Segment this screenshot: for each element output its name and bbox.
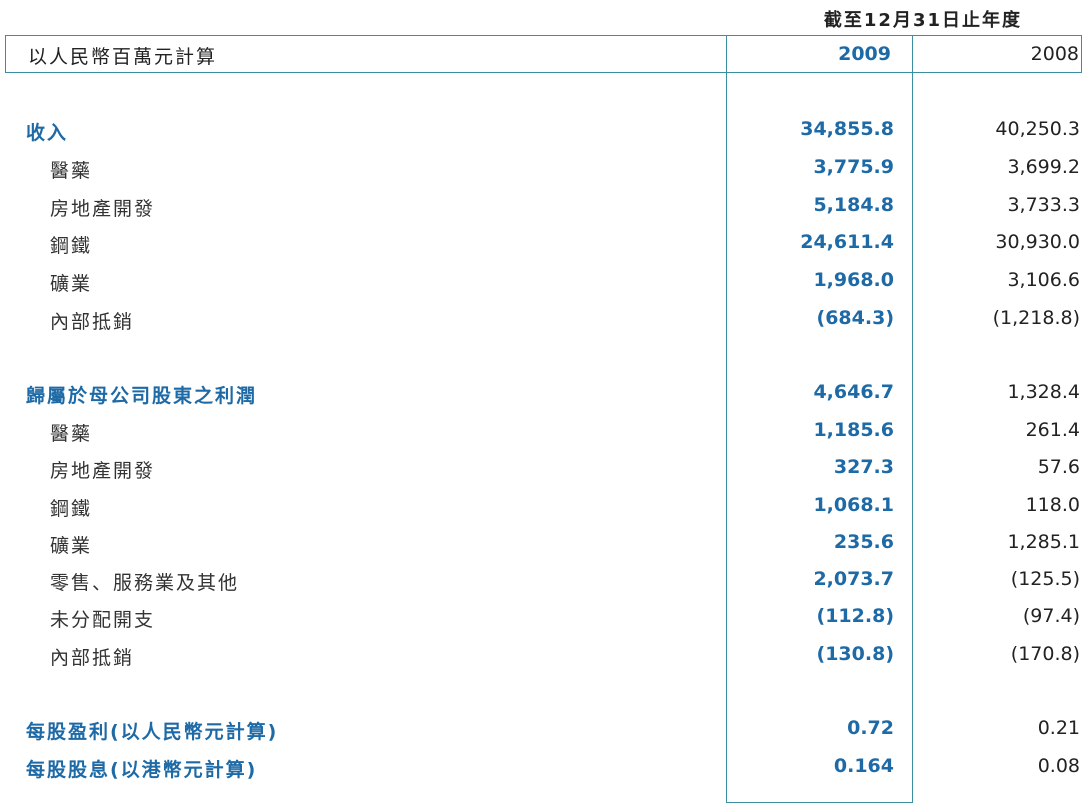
row-value-2009: (112.8) bbox=[816, 605, 894, 627]
period-heading: 截至12月31日止年度 bbox=[823, 10, 1022, 31]
row-value-2008: 57.6 bbox=[1037, 456, 1080, 478]
table-row: 收入 34,855.8 40,250.3 bbox=[0, 116, 1084, 146]
row-label: 房地產開發 bbox=[50, 460, 156, 482]
table-row: 未分配開支 (112.8) (97.4) bbox=[0, 603, 1084, 633]
row-label: 每股股息(以港幣元計算) bbox=[26, 759, 258, 781]
row-label: 房地產開發 bbox=[50, 198, 156, 220]
table-row: 內部抵銷 (130.8) (170.8) bbox=[0, 641, 1084, 671]
table-row: 內部抵銷 (684.3) (1,218.8) bbox=[0, 305, 1084, 335]
row-label: 內部抵銷 bbox=[50, 647, 135, 669]
row-value-2009: 2,073.7 bbox=[813, 568, 894, 590]
table-row: 歸屬於母公司股東之利潤 4,646.7 1,328.4 bbox=[0, 379, 1084, 409]
row-value-2008: (97.4) bbox=[1022, 605, 1080, 627]
table-row: 每股股息(以港幣元計算) 0.164 0.08 bbox=[0, 753, 1084, 783]
table-header: 以人民幣百萬元計算 2009 2008 bbox=[5, 35, 1082, 73]
row-value-2008: 3,699.2 bbox=[1007, 156, 1080, 178]
row-value-2008: 3,106.6 bbox=[1007, 269, 1080, 291]
year-prior-header: 2008 bbox=[1030, 43, 1079, 65]
row-value-2008: 1,285.1 bbox=[1007, 531, 1080, 553]
year-current-header: 2009 bbox=[838, 43, 891, 65]
row-value-2009: (684.3) bbox=[816, 307, 894, 329]
row-label: 礦業 bbox=[50, 273, 93, 295]
row-value-2008: (1,218.8) bbox=[992, 307, 1080, 329]
table-row: 每股盈利(以人民幣元計算) 0.72 0.21 bbox=[0, 715, 1084, 745]
row-value-2008: 0.08 bbox=[1037, 755, 1080, 777]
table-row: 醫藥 1,185.6 261.4 bbox=[0, 417, 1084, 447]
table-row: 零售、服務業及其他 2,073.7 (125.5) bbox=[0, 566, 1084, 596]
row-label: 醫藥 bbox=[50, 423, 93, 445]
row-label: 內部抵銷 bbox=[50, 311, 135, 333]
table-row: 房地產開發 5,184.8 3,733.3 bbox=[0, 192, 1084, 222]
row-value-2009: 5,184.8 bbox=[813, 194, 894, 216]
table-row: 房地產開發 327.3 57.6 bbox=[0, 454, 1084, 484]
row-value-2009: 1,968.0 bbox=[813, 269, 894, 291]
table-row: 鋼鐵 1,068.1 118.0 bbox=[0, 492, 1084, 522]
row-value-2008: (125.5) bbox=[1010, 568, 1080, 590]
row-value-2009: 34,855.8 bbox=[800, 118, 894, 140]
table-row: 礦業 1,968.0 3,106.6 bbox=[0, 267, 1084, 297]
row-value-2009: 3,775.9 bbox=[813, 156, 894, 178]
row-value-2008: 1,328.4 bbox=[1007, 381, 1080, 403]
row-value-2009: 327.3 bbox=[833, 456, 894, 478]
table-row: 醫藥 3,775.9 3,699.2 bbox=[0, 154, 1084, 184]
row-value-2008: 0.21 bbox=[1037, 717, 1080, 739]
table-row: 礦業 235.6 1,285.1 bbox=[0, 529, 1084, 559]
row-value-2008: 261.4 bbox=[1025, 419, 1080, 441]
row-label: 鋼鐵 bbox=[50, 235, 93, 257]
row-label: 醫藥 bbox=[50, 160, 93, 182]
row-label: 未分配開支 bbox=[50, 609, 156, 631]
row-value-2009: 4,646.7 bbox=[813, 381, 894, 403]
row-value-2008: 40,250.3 bbox=[995, 118, 1080, 140]
row-label: 每股盈利(以人民幣元計算) bbox=[26, 721, 279, 743]
row-value-2008: 3,733.3 bbox=[1007, 194, 1080, 216]
row-label: 歸屬於母公司股東之利潤 bbox=[26, 385, 258, 407]
table-row: 鋼鐵 24,611.4 30,930.0 bbox=[0, 229, 1084, 259]
row-value-2008: 118.0 bbox=[1025, 494, 1080, 516]
row-value-2009: 1,068.1 bbox=[813, 494, 894, 516]
row-label: 鋼鐵 bbox=[50, 498, 93, 520]
row-value-2009: (130.8) bbox=[816, 643, 894, 665]
row-label: 收入 bbox=[26, 122, 69, 144]
row-value-2009: 0.72 bbox=[847, 717, 894, 739]
row-label: 零售、服務業及其他 bbox=[50, 572, 240, 594]
row-value-2008: (170.8) bbox=[1010, 643, 1080, 665]
unit-label: 以人民幣百萬元計算 bbox=[28, 46, 218, 68]
row-label: 礦業 bbox=[50, 535, 93, 557]
row-value-2008: 30,930.0 bbox=[995, 231, 1080, 253]
row-value-2009: 24,611.4 bbox=[800, 231, 894, 253]
row-value-2009: 235.6 bbox=[833, 531, 894, 553]
row-value-2009: 0.164 bbox=[833, 755, 894, 777]
row-value-2009: 1,185.6 bbox=[813, 419, 894, 441]
